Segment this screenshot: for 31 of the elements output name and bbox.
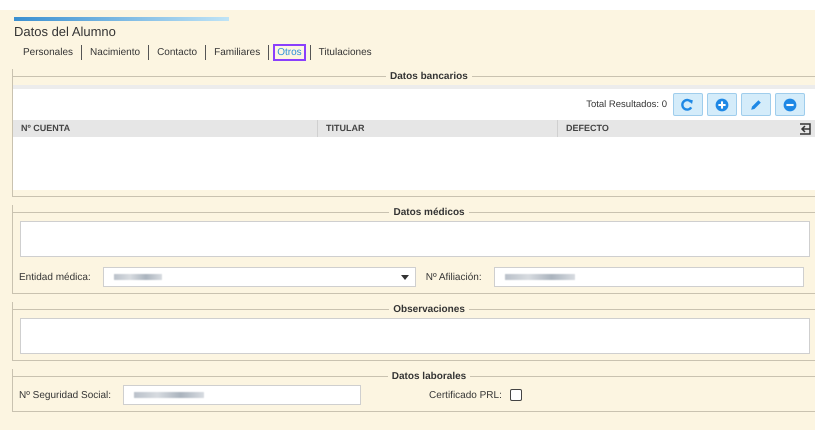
group-legend: Datos médicos — [389, 206, 469, 218]
column-header: DEFECTO — [565, 122, 610, 135]
input-field[interactable] — [123, 385, 362, 405]
remove-button[interactable] — [775, 93, 805, 116]
add-button[interactable] — [707, 93, 737, 116]
result-count: Total Resultados: 0 — [586, 99, 667, 110]
tab[interactable]: Familiares — [210, 44, 264, 61]
field-label: Certificado PRL: — [429, 390, 502, 400]
input-field[interactable] — [494, 267, 804, 287]
group-legend: Datos laborales — [388, 370, 470, 382]
text-area[interactable] — [20, 318, 810, 354]
checkbox[interactable] — [510, 389, 522, 401]
group-legend: Datos bancarios — [386, 70, 472, 82]
section-title: Datos del Alumno — [14, 23, 117, 40]
remove-icon — [782, 96, 798, 112]
field-label: Nº Afiliación: — [426, 272, 482, 282]
tab[interactable]: Nacimiento — [86, 44, 144, 61]
export-icon[interactable] — [798, 122, 812, 136]
tab[interactable]: Personales — [19, 44, 78, 61]
caret-icon — [400, 274, 409, 280]
edit-button[interactable] — [741, 93, 771, 116]
tab[interactable]: Titulaciones — [314, 44, 376, 61]
field-label: Entidad médica: — [19, 272, 91, 282]
text-area[interactable] — [20, 221, 810, 257]
dropdown[interactable] — [102, 267, 416, 287]
refresh-icon — [680, 96, 696, 112]
refresh-button[interactable] — [673, 93, 703, 116]
group-legend: Observaciones — [389, 304, 469, 314]
tab[interactable]: Contacto — [153, 44, 202, 61]
field-label: Nº Seguridad Social: — [19, 390, 112, 400]
add-icon — [714, 96, 730, 112]
